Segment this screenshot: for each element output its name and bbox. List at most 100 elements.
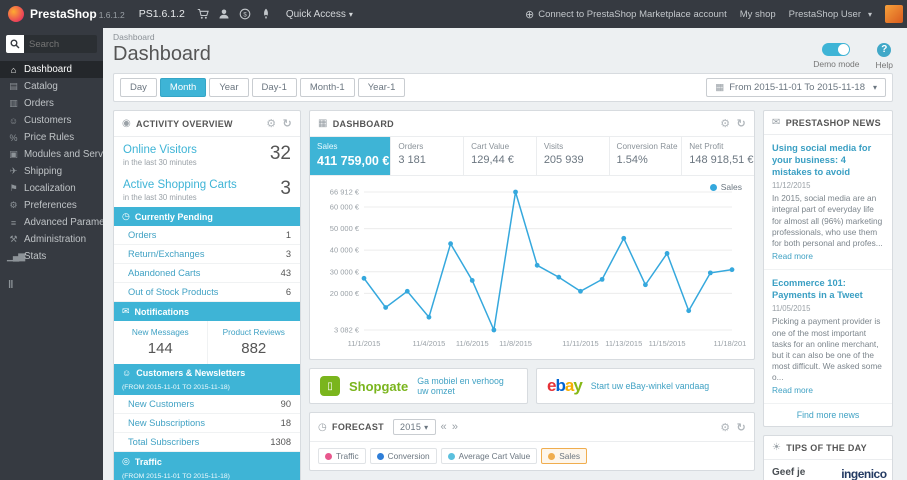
- demo-mode-toggle[interactable]: [822, 43, 851, 56]
- dashboard-refresh-icon[interactable]: [736, 117, 746, 130]
- sidebar-item-catalog[interactable]: ▤ Catalog: [0, 78, 103, 95]
- panel-settings-icon[interactable]: [266, 117, 276, 130]
- abandoned-carts-row[interactable]: Abandoned Carts 43: [114, 264, 300, 283]
- my-shop-link[interactable]: My shop: [740, 9, 776, 20]
- legend-sales-chip[interactable]: Sales: [541, 448, 587, 464]
- chart-legend[interactable]: Sales: [709, 182, 742, 192]
- catalog-icon: ▤: [9, 81, 18, 91]
- dashboard-settings-icon[interactable]: [720, 117, 730, 130]
- pending-orders-row[interactable]: Orders 1: [114, 226, 300, 245]
- search-icon[interactable]: [6, 35, 24, 53]
- news-date: 11/05/2015: [772, 304, 811, 314]
- tips-headline: Geef je Sales in het buitenland een Boos…: [772, 467, 810, 480]
- ebay-promo: ebay Start uw eBay-winkel vandaag: [536, 368, 755, 404]
- date-range-picker[interactable]: From 2015-11-01 To 2015-11-18: [706, 78, 886, 97]
- total-subscribers-row[interactable]: Total Subscribers 1308: [114, 433, 300, 452]
- sidebar-item-shipping[interactable]: ✈ Shipping: [0, 163, 103, 180]
- customers-newsletters-header: Customers & Newsletters (FROM 2015-11-01…: [114, 364, 300, 395]
- new-subscriptions-row[interactable]: New Subscriptions 18: [114, 414, 300, 433]
- legend-conversion-chip[interactable]: Conversion: [369, 448, 437, 464]
- clock-icon: [122, 211, 130, 222]
- news-title-link[interactable]: Ecommerce 101: Payments in a Tweet: [772, 277, 884, 301]
- kpi-conversion-rate[interactable]: Conversion Rate 1.54%: [610, 137, 683, 175]
- help-icon[interactable]: ?: [877, 43, 892, 57]
- news-title-link[interactable]: Using social media for your business: 4 …: [772, 142, 884, 178]
- find-more-news-link[interactable]: Find more news: [764, 404, 892, 426]
- svg-text:60 000 €: 60 000 €: [330, 202, 360, 211]
- forecast-refresh-icon[interactable]: [736, 421, 746, 434]
- shipping-icon: ✈: [9, 166, 18, 176]
- quick-access-menu[interactable]: Quick Access: [286, 9, 353, 20]
- range-year-1-button[interactable]: Year-1: [357, 78, 406, 97]
- svg-text:20 000 €: 20 000 €: [330, 289, 360, 298]
- online-visitors-value: 32: [269, 143, 291, 164]
- cart-icon[interactable]: [197, 8, 209, 20]
- currency-icon[interactable]: $: [239, 8, 251, 20]
- tips-of-the-day-panel: ☀ TIPS OF THE DAY Geef je Sales in het b…: [763, 435, 893, 480]
- kpi-net-profit[interactable]: Net Profit 148 918,51 €: [682, 137, 754, 175]
- shopgate-link[interactable]: Ga mobiel en verhoog uw omzet: [417, 376, 517, 396]
- panel-refresh-icon[interactable]: [282, 117, 292, 130]
- kpi-orders[interactable]: Orders 3 181: [391, 137, 465, 175]
- news-item: Using social media for your business: 4 …: [764, 135, 892, 271]
- new-customers-row[interactable]: New Customers 90: [114, 395, 300, 414]
- sidebar-item-stats[interactable]: ▁▄▆ Stats: [0, 248, 103, 265]
- news-panel-title: PRESTASHOP NEWS: [785, 117, 881, 128]
- range-month-button[interactable]: Month: [159, 78, 207, 97]
- customers-section-icon: [122, 368, 131, 378]
- forecast-panel-title: FORECAST: [332, 422, 384, 432]
- product-reviews-cell[interactable]: Product Reviews 882: [208, 321, 301, 364]
- active-carts-link[interactable]: Active Shopping Carts: [123, 179, 280, 191]
- read-more-link[interactable]: Read more: [772, 385, 813, 395]
- dashboard-trends-panel: ▦ DASHBOARD Sales411 759,00 € Orders3 18…: [309, 110, 755, 360]
- sidebar-item-modules[interactable]: ▣Modules and Services: [0, 146, 103, 163]
- collapse-menu-button[interactable]: [8, 279, 103, 291]
- marketplace-connect-link[interactable]: Connect to PrestaShop Marketplace accoun…: [525, 8, 727, 21]
- prestashop-logo[interactable]: [8, 6, 24, 22]
- dashboard-panel-title: DASHBOARD: [332, 118, 394, 129]
- forecast-year-select[interactable]: 2015: [392, 419, 436, 435]
- online-visitors-link[interactable]: Online Visitors: [123, 144, 270, 156]
- avg-cart-dot-icon: [447, 452, 455, 460]
- sidebar-item-price-rules[interactable]: % Price Rules: [0, 129, 103, 146]
- legend-avg-cart-chip[interactable]: Average Cart Value: [440, 448, 538, 464]
- sidebar-item-administration[interactable]: ⚒ Administration: [0, 231, 103, 248]
- sidebar-item-advanced-parameters[interactable]: ≡Advanced Parameters: [0, 214, 103, 231]
- search-input[interactable]: [24, 38, 97, 50]
- sidebar-item-localization[interactable]: ⚑ Localization: [0, 180, 103, 197]
- sidebar-item-preferences[interactable]: ⚙ Preferences: [0, 197, 103, 214]
- user-avatar[interactable]: [885, 5, 903, 23]
- topbar-right: Connect to PrestaShop Marketplace accoun…: [525, 5, 907, 23]
- user-menu[interactable]: PrestaShop User: [789, 9, 872, 20]
- forecast-settings-icon[interactable]: [720, 421, 730, 434]
- out-of-stock-row[interactable]: Out of Stock Products 6: [114, 283, 300, 302]
- range-day-button[interactable]: Day: [120, 78, 157, 97]
- kpi-cart-value[interactable]: Cart Value 129,44 €: [464, 137, 537, 175]
- svg-text:11/11/2015: 11/11/2015: [562, 339, 598, 348]
- rocket-icon[interactable]: [260, 8, 272, 20]
- sidebar-item-orders[interactable]: ▥ Orders: [0, 95, 103, 112]
- svg-text:$: $: [243, 12, 247, 18]
- pending-returns-row[interactable]: Return/Exchanges 3: [114, 245, 300, 264]
- kpi-visits[interactable]: Visits 205 939: [537, 137, 610, 175]
- shopgate-logo-text: Shopgate: [349, 378, 409, 394]
- forecast-next-icon[interactable]: »: [452, 421, 458, 433]
- ebay-link[interactable]: Start uw eBay-winkel vandaag: [591, 381, 709, 391]
- read-more-link[interactable]: Read more: [772, 251, 813, 261]
- date-range-toolbar: Day Month Year Day-1 Month-1 Year-1 From…: [113, 73, 893, 102]
- legend-traffic-chip[interactable]: Traffic: [318, 448, 366, 464]
- forecast-prev-icon[interactable]: «: [441, 421, 447, 433]
- sidebar-item-customers[interactable]: ☺ Customers: [0, 112, 103, 129]
- demo-mode-widget: Demo mode: [813, 43, 860, 70]
- range-year-button[interactable]: Year: [209, 78, 249, 97]
- sales-legend-dot: [709, 183, 717, 191]
- traffic-dot-icon: [325, 452, 332, 460]
- range-month-1-button[interactable]: Month-1: [299, 78, 355, 97]
- sidebar-item-dashboard[interactable]: ⌂ Dashboard: [0, 61, 103, 78]
- dashboard-panel-icon: ▦: [318, 118, 328, 129]
- customer-icon[interactable]: [218, 8, 230, 20]
- shop-name[interactable]: PS1.6.1.2: [139, 8, 185, 20]
- new-messages-cell[interactable]: New Messages 144: [114, 321, 208, 364]
- range-day-1-button[interactable]: Day-1: [251, 78, 297, 97]
- kpi-sales[interactable]: Sales 411 759,00 €: [310, 137, 392, 175]
